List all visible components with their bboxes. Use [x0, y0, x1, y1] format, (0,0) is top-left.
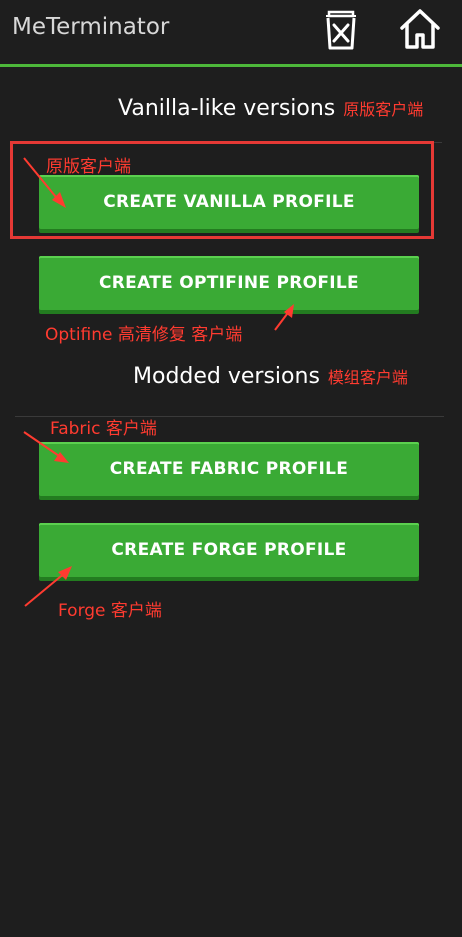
app-title: MeTerminator	[12, 14, 170, 40]
create-vanilla-profile-button[interactable]: CREATE VANILLA PROFILE	[39, 175, 419, 229]
annotation-vanilla: 原版客户端	[46, 157, 131, 177]
create-optifine-profile-button[interactable]: CREATE OPTIFINE PROFILE	[39, 256, 419, 310]
create-forge-profile-button[interactable]: CREATE FORGE PROFILE	[39, 523, 419, 577]
delete-button[interactable]	[318, 6, 364, 52]
trash-x-icon	[326, 10, 356, 50]
app-screen: MeTerminator Vanilla-like versions 原版客户端 …	[0, 0, 462, 937]
annotation-fabric: Fabric 客户端	[50, 419, 157, 439]
section-title-modded-text: Modded versions	[133, 364, 320, 389]
annotation-forge: Forge 客户端	[58, 601, 162, 621]
home-button[interactable]	[397, 6, 443, 52]
create-fabric-profile-button[interactable]: CREATE FABRIC PROFILE	[39, 442, 419, 496]
home-icon	[400, 9, 440, 49]
top-app-bar: MeTerminator	[0, 0, 462, 67]
section-title-vanilla: Vanilla-like versions 原版客户端	[118, 96, 423, 121]
section-title-vanilla-text: Vanilla-like versions	[118, 96, 336, 121]
section-title-modded: Modded versions 模组客户端	[133, 364, 408, 389]
section-note-modded: 模组客户端	[327, 368, 408, 387]
annotation-optifine: Optifine 高清修复 客户端	[45, 325, 243, 345]
header-accent-line	[0, 64, 462, 67]
section-note-vanilla: 原版客户端	[343, 100, 424, 119]
